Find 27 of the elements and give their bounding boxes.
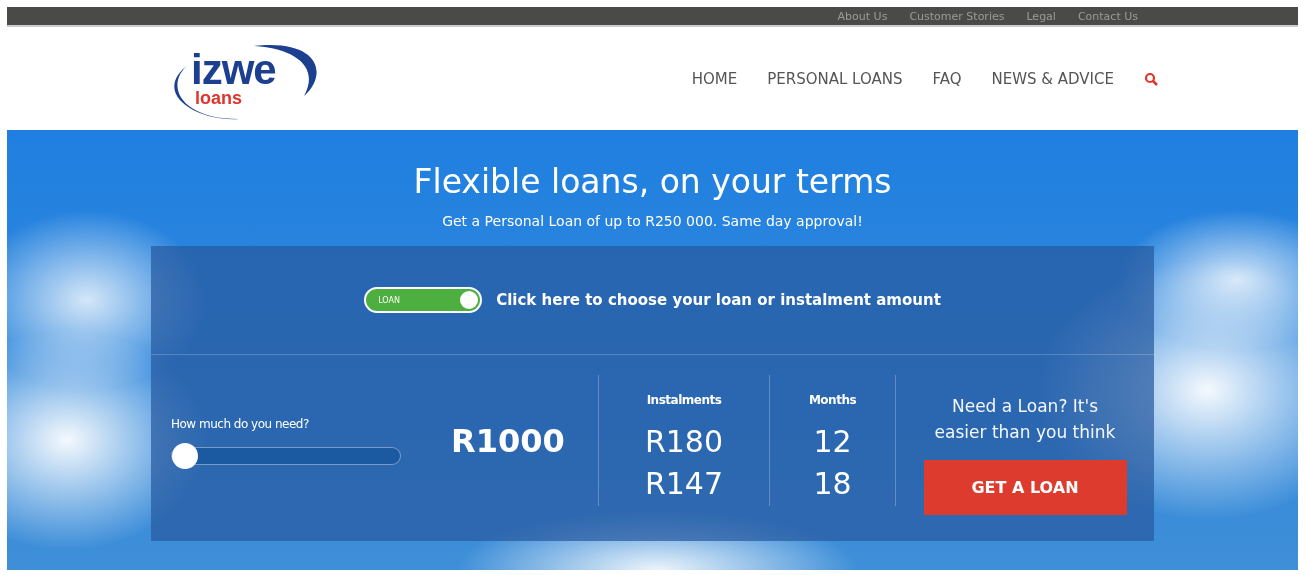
column-value: 18 <box>813 465 852 503</box>
nav-link[interactable]: NEWS & ADVICE <box>991 69 1114 88</box>
column-value: 12 <box>813 423 852 461</box>
column-value: R180 <box>644 423 724 461</box>
loan-amount: R1000 <box>451 421 565 460</box>
nav-link[interactable]: HOME <box>691 69 738 88</box>
column-heading: Months <box>808 393 857 407</box>
top-link[interactable]: Customer Stories <box>909 9 1005 23</box>
hero-subtitle: Get a Personal Loan of up to R250 000. Same day approval! <box>442 213 863 229</box>
nav-link[interactable]: FAQ <box>932 69 962 88</box>
search-icon[interactable] <box>1144 71 1158 86</box>
loan-toggle[interactable]: LOAN <box>364 287 483 313</box>
column-value: R147 <box>644 465 724 503</box>
top-link[interactable]: About Us <box>837 9 888 23</box>
column-heading: Instalments <box>646 393 722 407</box>
slider-thumb[interactable] <box>172 442 198 469</box>
top-link[interactable]: Contact Us <box>1077 9 1138 23</box>
logo-text: izwe <box>191 50 277 89</box>
logo-subtext: loans <box>195 88 243 107</box>
get-loan-button[interactable]: GET A LOAN <box>923 460 1127 515</box>
slider-label: How much do you need? <box>171 416 310 431</box>
cta-text: Need a Loan? It's easier than you think <box>933 395 1117 444</box>
nav-link[interactable]: PERSONAL LOANS <box>767 69 903 88</box>
toggle-prompt: Click here to choose your loan or instalment amount <box>496 291 941 309</box>
logo[interactable]: izwe loans <box>159 33 329 124</box>
hero-title: Flexible loans, on your terms <box>413 162 892 201</box>
top-link[interactable]: Legal <box>1026 9 1056 23</box>
